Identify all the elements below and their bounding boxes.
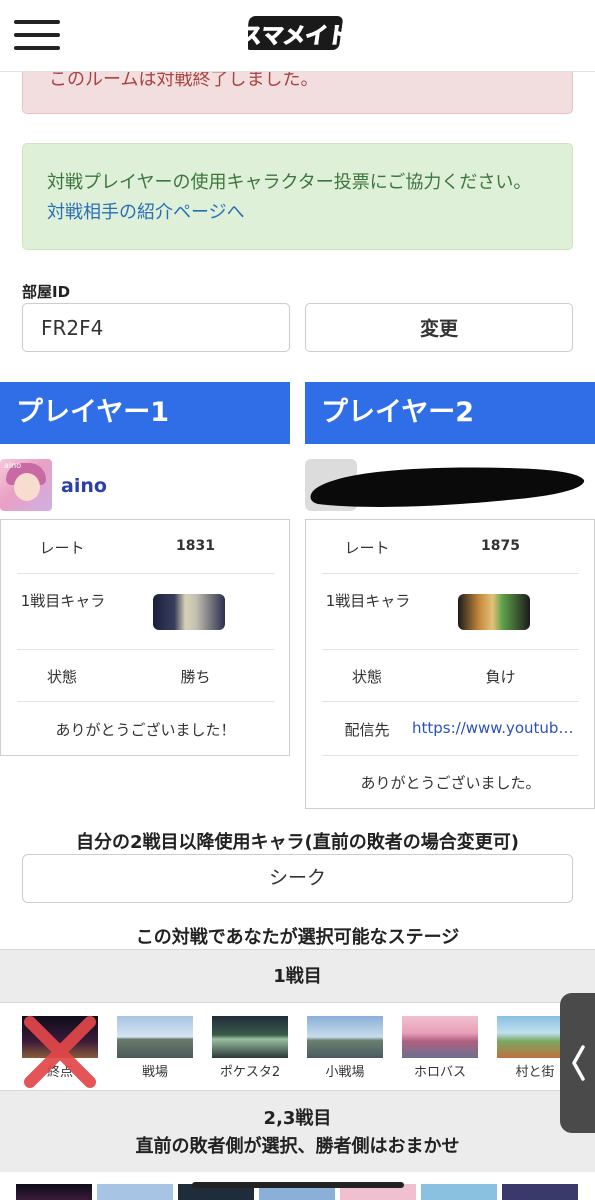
status-label: 状態 (351, 668, 382, 686)
stage-small-battlefield[interactable]: 小戦場 (307, 1016, 383, 1080)
logo-text: スマメイト (248, 23, 346, 49)
stage-thumbnail (402, 1016, 478, 1058)
stage-thumbnail[interactable] (421, 1184, 497, 1200)
vote-alert: 対戦プレイヤーの使用キャラクター投票にご協力ください。 対戦相手の紹介ページへ (22, 143, 573, 250)
redacted-name-mark (310, 467, 585, 507)
char-label: 1戦目キャラ (20, 592, 106, 610)
round1-heading: 1戦目 (0, 949, 595, 1003)
room-id-label: 部屋ID (22, 283, 71, 301)
player1-avatar[interactable]: aino (0, 459, 52, 511)
player1-heading: プレイヤー1 (0, 382, 290, 444)
round23-heading: 2,3戦目 直前の敗者側が選択、勝者側はおまかせ (0, 1090, 595, 1172)
player1-name[interactable]: aino (61, 475, 107, 497)
player2-message: ありがとうございました。 (360, 774, 541, 792)
rate-label: レート (344, 539, 390, 557)
round23-note: 直前の敗者側が選択、勝者側はおまかせ (135, 1136, 460, 1157)
horizontal-scrollbar[interactable] (192, 1182, 404, 1188)
player2-heading: プレイヤー2 (305, 382, 595, 444)
chevron-left-icon (572, 1045, 585, 1081)
message-row: ありがとうございました！ (17, 702, 274, 756)
opponent-profile-link[interactable]: 対戦相手の紹介ページへ (47, 202, 245, 223)
message-row: ありがとうございました。 (322, 756, 579, 809)
player1-card: レート 1831 1戦目キャラ 状態 勝ち ありがとうございました！ (0, 519, 290, 756)
round1-stage-list: 終点 戦場 ポケスタ2 小戦場 ホロバス 村と街 (0, 1004, 595, 1090)
status-row: 状態 勝ち (17, 650, 274, 702)
player1-message: ありがとうございました！ (55, 721, 236, 739)
stage-name: 小戦場 (325, 1065, 365, 1080)
stage-battlefield[interactable]: 戦場 (117, 1016, 193, 1080)
avatar-text: aino (4, 461, 22, 470)
room-id-input[interactable] (22, 303, 290, 352)
stage-name: 戦場 (141, 1065, 168, 1080)
char-section-title: 自分の2戦目以降使用キャラ(直前の敗者の場合変更可) (76, 832, 519, 853)
character-minmin-icon (458, 594, 530, 630)
stage-name: ポケスタ2 (219, 1065, 281, 1080)
stage-final-destination[interactable]: 終点 (22, 1016, 98, 1088)
stage-thumbnail (307, 1016, 383, 1058)
stage-section-title: この対戦であなたが選択可能なステージ (135, 927, 460, 948)
side-drawer-tab[interactable] (560, 993, 595, 1133)
rate-value: 1875 (481, 538, 520, 554)
status-label: 状態 (46, 668, 77, 686)
stage-thumbnail[interactable] (97, 1184, 173, 1200)
status-value: 負け (485, 668, 516, 686)
rate-row: レート 1875 (322, 520, 579, 574)
rate-value: 1831 (176, 538, 215, 554)
character-select[interactable]: シーク (22, 854, 573, 903)
stage-pokemon-stadium-2[interactable]: ポケスタ2 (212, 1016, 288, 1080)
stage-thumbnail (212, 1016, 288, 1058)
site-logo[interactable]: スマメイト (238, 12, 352, 56)
character-sheik-icon (153, 594, 225, 630)
stream-label: 配信先 (344, 721, 390, 739)
stage-thumbnail[interactable] (502, 1184, 578, 1200)
stage-thumbnail (117, 1016, 193, 1058)
app-header: スマメイト (0, 0, 595, 72)
player2-card: レート 1875 1戦目キャラ 状態 負け 配信先 https://www.yo… (305, 519, 595, 809)
change-room-button[interactable]: 変更 (305, 303, 573, 352)
rate-row: レート 1831 (17, 520, 274, 574)
char-label: 1戦目キャラ (325, 592, 411, 610)
char-row: 1戦目キャラ (322, 574, 579, 650)
stage-thumbnail[interactable] (16, 1184, 92, 1200)
status-value: 勝ち (180, 668, 211, 686)
status-row: 状態 負け (322, 650, 579, 702)
stage-hollow-bastion[interactable]: ホロバス (402, 1016, 478, 1080)
hamburger-menu-icon[interactable] (14, 20, 60, 52)
char-row: 1戦目キャラ (17, 574, 274, 650)
rate-label: レート (39, 539, 85, 557)
vote-alert-text: 対戦プレイヤーの使用キャラクター投票にご協力ください。 (47, 172, 532, 193)
stream-row: 配信先 https://www.youtube… (322, 702, 579, 756)
stream-url-link[interactable]: https://www.youtube… (412, 719, 579, 737)
round23-label: 2,3戦目 (263, 1108, 332, 1129)
x-mark-icon (24, 1016, 96, 1088)
stage-name: ホロバス (413, 1065, 466, 1080)
